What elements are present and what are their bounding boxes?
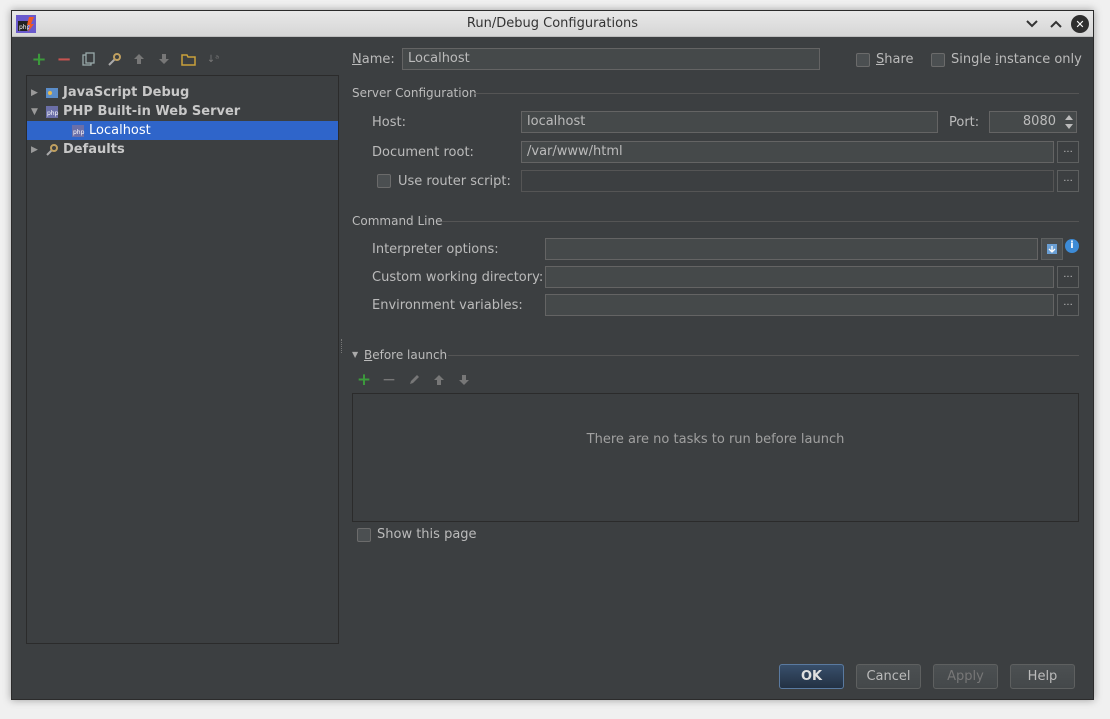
share-checkbox[interactable] [856, 53, 870, 67]
collapse-arrow-icon[interactable]: ▼ [31, 107, 41, 117]
title-bar: php Run/Debug Configurations ✕ [12, 11, 1093, 37]
router-script-browse-button[interactable]: ... [1057, 170, 1079, 192]
expand-field-button[interactable] [1041, 238, 1063, 260]
apply-button[interactable]: Apply [933, 664, 998, 689]
maximize-icon[interactable] [1047, 15, 1065, 33]
port-label: Port: [949, 115, 980, 130]
show-this-page-label: Show this page [377, 527, 477, 542]
svg-text:php: php [47, 110, 59, 117]
environment-variables-field[interactable] [545, 294, 1054, 316]
collapse-section-icon[interactable]: ▼ [352, 350, 358, 359]
host-field[interactable]: localhost [521, 111, 938, 133]
add-icon[interactable]: + [31, 49, 47, 70]
name-field[interactable]: Localhost [402, 48, 820, 70]
tree-item-label: JavaScript Debug [63, 85, 190, 100]
move-down-icon[interactable] [156, 51, 172, 67]
folder-icon[interactable] [180, 51, 196, 67]
separator-line [474, 93, 1079, 94]
wrench-icon [46, 143, 58, 156]
environment-variables-browse-button[interactable]: ... [1057, 294, 1079, 316]
tree-item-defaults[interactable]: ▶ Defaults [27, 140, 338, 159]
help-button[interactable]: Help [1010, 664, 1075, 689]
document-root-label: Document root: [372, 145, 474, 160]
copy-icon[interactable] [81, 51, 97, 67]
server-configuration-title: Server Configuration [352, 86, 477, 100]
single-instance-checkbox[interactable] [931, 53, 945, 67]
separator-line [448, 355, 1079, 356]
tree-item-localhost[interactable]: php Localhost [27, 121, 338, 140]
empty-tasks-message: There are no tasks to run before launch [586, 432, 845, 447]
name-label: Name: [352, 52, 395, 67]
custom-working-directory-field[interactable] [545, 266, 1054, 288]
interpreter-options-label: Interpreter options: [372, 242, 499, 257]
remove-task-icon[interactable]: − [381, 370, 397, 390]
configuration-tree: ▶ JavaScript Debug ▼ php PHP Built-in We… [26, 75, 339, 644]
edit-task-icon[interactable] [406, 372, 422, 388]
use-router-script-checkbox[interactable] [377, 174, 391, 188]
cancel-button[interactable]: Cancel [856, 664, 921, 689]
minimize-icon[interactable] [1023, 15, 1041, 33]
working-directory-browse-button[interactable]: ... [1057, 266, 1079, 288]
command-line-title: Command Line [352, 214, 443, 228]
tree-item-label: PHP Built-in Web Server [63, 104, 241, 119]
tree-item-php-builtin-server[interactable]: ▼ php PHP Built-in Web Server [27, 102, 338, 121]
single-instance-label: Single instance only [951, 52, 1082, 67]
show-this-page-checkbox[interactable] [357, 528, 371, 542]
before-launch-task-list[interactable]: There are no tasks to run before launch [352, 393, 1079, 522]
environment-variables-label: Environment variables: [372, 298, 523, 313]
interpreter-options-field[interactable] [545, 238, 1038, 260]
separator-line [442, 221, 1079, 222]
tree-item-label: Localhost [89, 123, 151, 138]
document-root-browse-button[interactable]: ... [1057, 141, 1079, 163]
edit-defaults-icon[interactable] [106, 51, 122, 67]
use-router-script-label: Use router script: [398, 174, 511, 189]
add-task-icon[interactable]: + [356, 370, 372, 390]
document-root-field[interactable]: /var/www/html [521, 141, 1054, 163]
ok-button[interactable]: OK [779, 664, 844, 689]
php-config-icon: php [72, 124, 85, 137]
run-debug-dialog: php Run/Debug Configurations ✕ + − ↓ᵃ ▶ … [11, 10, 1094, 700]
close-icon[interactable]: ✕ [1071, 15, 1089, 33]
tree-item-javascript-debug[interactable]: ▶ JavaScript Debug [27, 83, 338, 102]
tree-item-label: Defaults [63, 142, 125, 157]
javascript-debug-icon [46, 87, 58, 98]
custom-working-directory-label: Custom working directory: [372, 270, 544, 285]
sort-icon[interactable]: ↓ᵃ [205, 51, 221, 67]
expand-arrow-icon[interactable]: ▶ [31, 88, 41, 98]
php-server-icon: php [46, 105, 59, 118]
move-up-icon[interactable] [131, 51, 147, 67]
host-label: Host: [372, 115, 406, 130]
share-label: Share [876, 52, 914, 67]
expand-arrow-icon[interactable]: ▶ [31, 145, 41, 155]
move-task-down-icon[interactable] [456, 372, 472, 388]
svg-text:php: php [73, 129, 85, 136]
splitter-handle[interactable] [341, 339, 344, 353]
port-spinner-icon[interactable] [1062, 111, 1076, 133]
router-script-field[interactable] [521, 170, 1054, 192]
info-icon[interactable]: i [1065, 239, 1079, 253]
move-task-up-icon[interactable] [431, 372, 447, 388]
window-title: Run/Debug Configurations [466, 16, 639, 31]
before-launch-title[interactable]: Before launch [364, 348, 447, 362]
remove-icon[interactable]: − [56, 49, 72, 70]
